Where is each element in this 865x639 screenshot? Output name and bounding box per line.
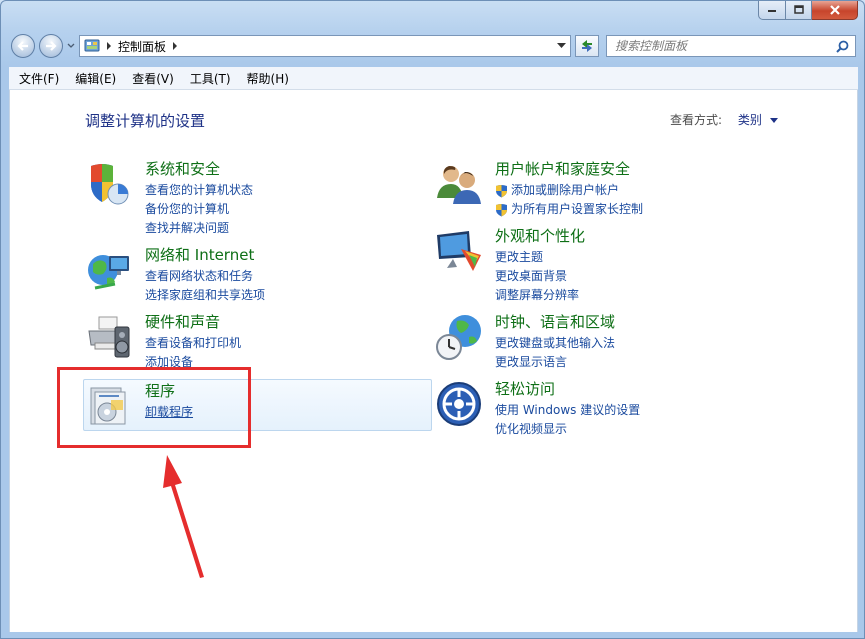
clock-globe-icon bbox=[436, 315, 481, 360]
forward-arrow-icon bbox=[46, 41, 57, 51]
menu-edit[interactable]: 编辑(E) bbox=[69, 70, 122, 87]
menu-file[interactable]: 文件(F) bbox=[13, 70, 65, 87]
category-title[interactable]: 硬件和声音 bbox=[145, 313, 241, 331]
search-icon[interactable] bbox=[836, 40, 849, 53]
refresh-icon bbox=[582, 40, 592, 52]
close-button[interactable] bbox=[812, 1, 858, 20]
link-change-theme[interactable]: 更改主题 bbox=[495, 248, 585, 267]
link-view-computer-status[interactable]: 查看您的计算机状态 bbox=[145, 181, 253, 200]
category-title[interactable]: 网络和 Internet bbox=[145, 246, 265, 264]
users-icon bbox=[437, 166, 481, 204]
menu-bar: 文件(F) 编辑(E) 查看(V) 工具(T) 帮助(H) bbox=[9, 67, 858, 90]
recent-pages-chevron-down-icon[interactable] bbox=[67, 43, 75, 49]
link-backup-computer[interactable]: 备份您的计算机 bbox=[145, 200, 253, 219]
link-troubleshoot[interactable]: 查找并解决问题 bbox=[145, 219, 253, 238]
page-title: 调整计算机的设置 bbox=[85, 112, 206, 130]
uac-shield-icon bbox=[496, 185, 507, 198]
address-bar[interactable]: 控制面板 bbox=[79, 35, 571, 57]
link-homegroup-sharing[interactable]: 选择家庭组和共享选项 bbox=[145, 286, 265, 305]
breadcrumb-separator-icon[interactable] bbox=[106, 42, 112, 50]
menu-tools[interactable]: 工具(T) bbox=[184, 70, 237, 87]
printer-speaker-icon bbox=[88, 316, 130, 358]
category-title[interactable]: 外观和个性化 bbox=[495, 227, 585, 245]
network-globe-icon bbox=[88, 255, 129, 290]
chevron-down-icon[interactable] bbox=[769, 118, 778, 123]
control-panel-window: 控制面板 文件(F) 编辑(E) 查看(V) 工具(T) 帮助(H) 调整计算机… bbox=[0, 0, 865, 639]
link-label: 添加或删除用户帐户 bbox=[511, 183, 620, 197]
back-button[interactable] bbox=[11, 34, 35, 58]
link-change-desktop-background[interactable]: 更改桌面背景 bbox=[495, 267, 585, 286]
link-change-keyboard-input[interactable]: 更改键盘或其他输入法 bbox=[495, 334, 615, 353]
content-pane: 调整计算机的设置 查看方式: 类别 系统和安全 查看您的计算机状态 备份您的计算… bbox=[9, 90, 858, 632]
link-change-display-language[interactable]: 更改显示语言 bbox=[495, 353, 615, 372]
annotation-arrow-icon bbox=[163, 455, 204, 578]
category-title[interactable]: 用户帐户和家庭安全 bbox=[495, 160, 643, 178]
maximize-button[interactable] bbox=[786, 1, 812, 20]
forward-button[interactable] bbox=[39, 34, 63, 58]
annotation-highlight-box bbox=[57, 367, 251, 448]
breadcrumb-control-panel[interactable]: 控制面板 bbox=[118, 38, 166, 55]
control-panel-icon bbox=[84, 39, 100, 52]
menu-view[interactable]: 查看(V) bbox=[126, 70, 180, 87]
link-network-status[interactable]: 查看网络状态和任务 bbox=[145, 267, 265, 286]
link-devices-printers[interactable]: 查看设备和打印机 bbox=[145, 334, 241, 353]
link-windows-recommended-settings[interactable]: 使用 Windows 建议的设置 bbox=[495, 401, 640, 420]
minimize-button[interactable] bbox=[758, 1, 786, 20]
maximize-icon bbox=[793, 5, 804, 14]
minimize-icon bbox=[768, 10, 776, 12]
category-title[interactable]: 时钟、语言和区域 bbox=[495, 313, 615, 331]
uac-shield-icon bbox=[496, 204, 507, 217]
breadcrumb-separator-icon[interactable] bbox=[172, 42, 178, 50]
view-by-dropdown[interactable]: 类别 bbox=[738, 113, 762, 127]
link-add-remove-user-accounts[interactable]: 添加或删除用户帐户 bbox=[495, 181, 643, 200]
navigation-bar: 控制面板 bbox=[1, 31, 864, 61]
ease-of-access-icon bbox=[437, 382, 481, 426]
view-by-label: 查看方式: bbox=[670, 113, 723, 127]
monitor-palette-icon bbox=[437, 231, 481, 271]
back-arrow-icon bbox=[17, 41, 28, 51]
shield-icon bbox=[91, 164, 129, 205]
address-dropdown-chevron-icon[interactable] bbox=[557, 42, 566, 49]
category-title[interactable]: 系统和安全 bbox=[145, 160, 253, 178]
close-icon bbox=[829, 5, 840, 15]
search-input[interactable] bbox=[613, 38, 832, 54]
view-by: 查看方式: 类别 bbox=[670, 111, 778, 128]
link-label: 为所有用户设置家长控制 bbox=[511, 202, 644, 216]
link-adjust-screen-resolution[interactable]: 调整屏幕分辨率 bbox=[495, 286, 585, 305]
link-optimize-visual-display[interactable]: 优化视频显示 bbox=[495, 420, 640, 439]
category-title[interactable]: 轻松访问 bbox=[495, 380, 640, 398]
refresh-button[interactable] bbox=[575, 35, 599, 57]
link-parental-controls[interactable]: 为所有用户设置家长控制 bbox=[495, 200, 643, 219]
menu-help[interactable]: 帮助(H) bbox=[241, 70, 295, 87]
search-box[interactable] bbox=[606, 35, 856, 57]
caption-buttons bbox=[758, 1, 858, 20]
